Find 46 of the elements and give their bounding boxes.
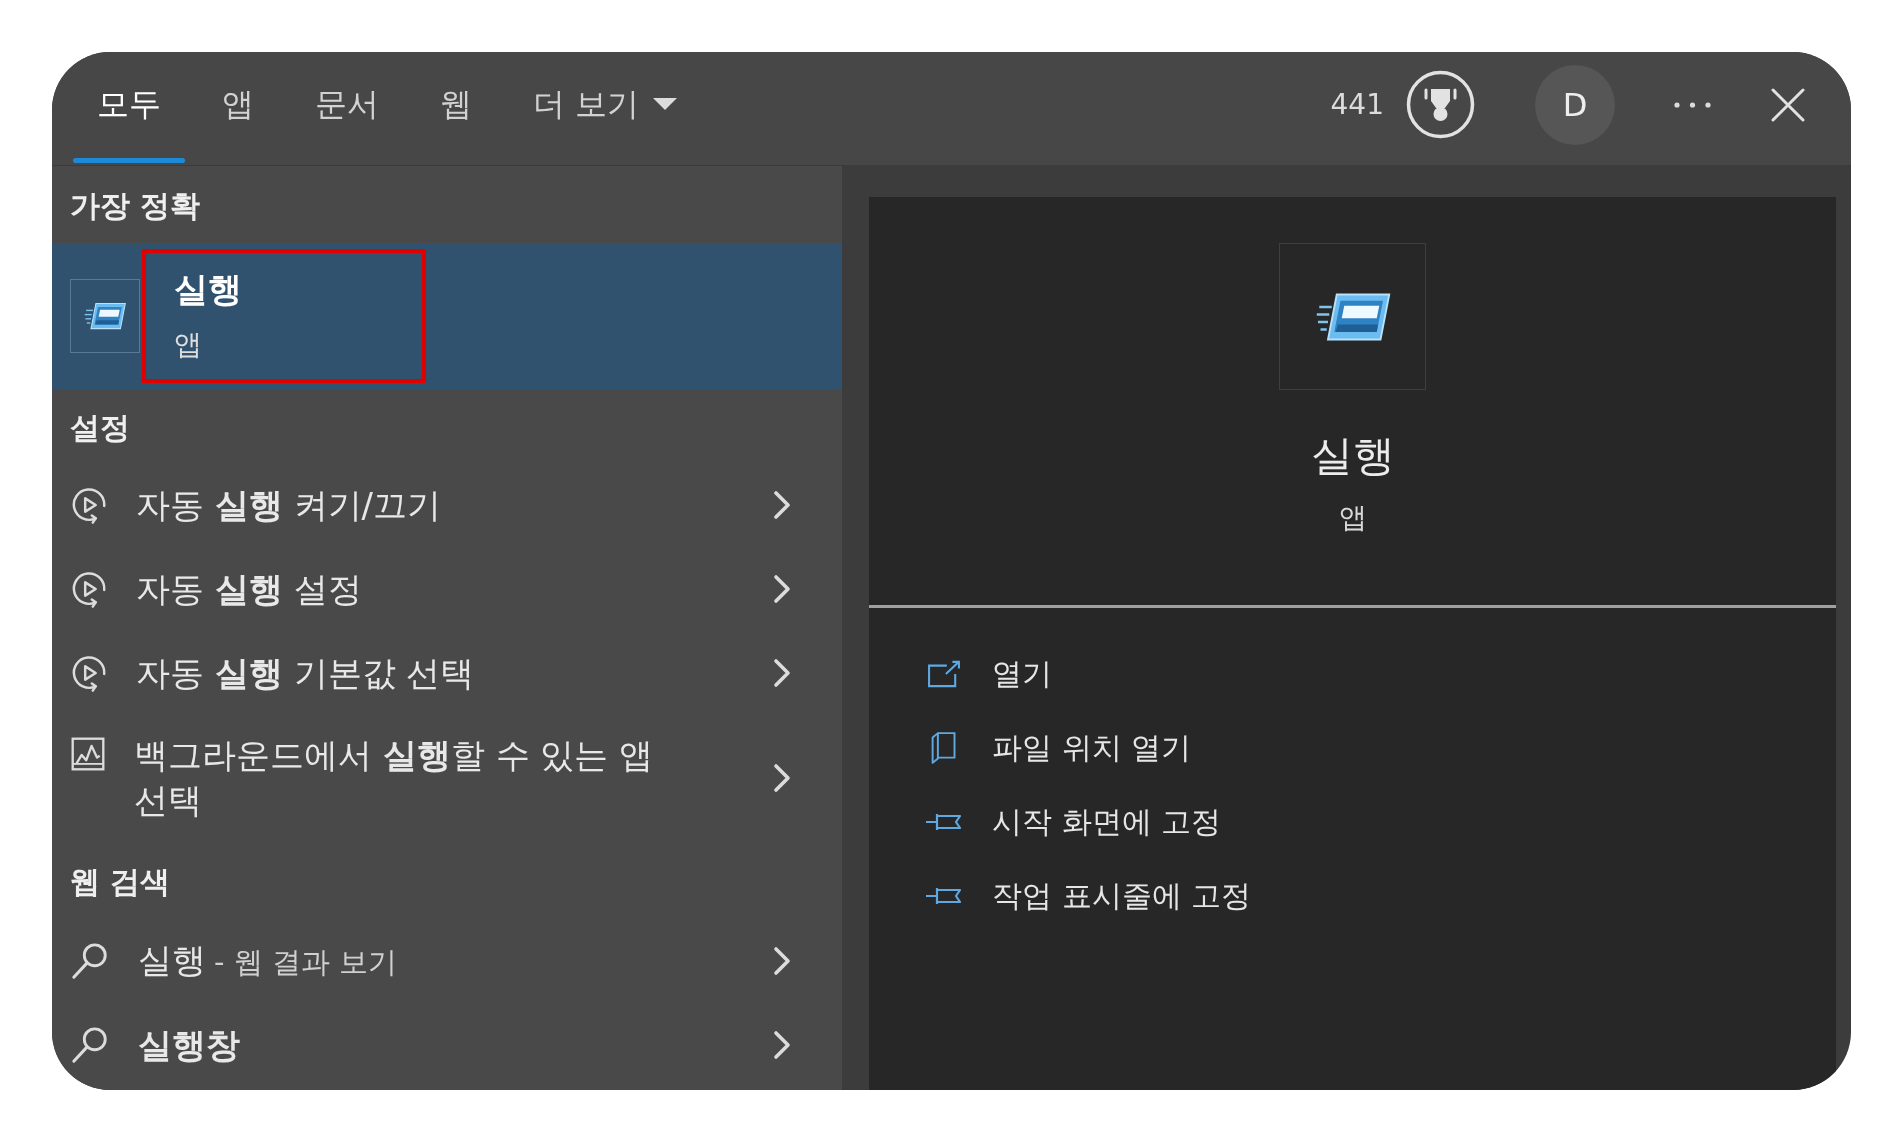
app-window-icon: [70, 279, 140, 353]
pin-icon: [925, 885, 963, 907]
settings-item[interactable]: 백그라운드에서 실행할 수 있는 앱 선택: [52, 715, 842, 841]
settings-item[interactable]: 자동 실행 켜기/끄기: [52, 463, 842, 547]
caret-down-icon: [653, 98, 678, 111]
section-heading: 가장 정확: [69, 187, 202, 225]
section-heading: 설정: [69, 408, 131, 447]
chevron-right-icon: [772, 763, 792, 793]
account-avatar[interactable]: D: [1535, 64, 1615, 145]
section-heading: 웹 검색: [69, 862, 172, 901]
filter-tab[interactable]: 모두: [73, 52, 185, 165]
chevron-right-icon: [772, 490, 792, 520]
web-search-item[interactable]: 실행 - 웹 결과 보기: [52, 919, 842, 1003]
chevron-right-icon: [772, 658, 792, 688]
pin-icon: [925, 811, 963, 833]
folder-icon: [930, 730, 958, 766]
filter-tab[interactable]: 웹: [416, 52, 496, 165]
app-type-label: 앱: [1338, 501, 1367, 535]
filter-tab[interactable]: 앱: [198, 52, 278, 165]
filter-tab[interactable]: 더 보기: [509, 52, 702, 165]
search-icon: [70, 941, 110, 981]
highlight-frame: 실행 앱: [142, 249, 426, 383]
play-circle-icon: [70, 570, 108, 608]
chevron-right-icon: [772, 574, 792, 604]
web-search-item[interactable]: 실행창: [52, 1003, 842, 1087]
play-circle-icon: [70, 654, 108, 692]
search-icon: [70, 1025, 110, 1065]
more-icon[interactable]: [1673, 100, 1712, 109]
settings-item[interactable]: 자동 실행 기본값 선택: [52, 631, 842, 715]
close-icon[interactable]: [1770, 86, 1806, 123]
action-item[interactable]: 파일 위치 열기: [869, 711, 1836, 785]
settings-item[interactable]: 자동 실행 설정: [52, 547, 842, 631]
chart-square-icon: [70, 736, 106, 772]
action-item[interactable]: 작업 표시줄에 고정: [869, 859, 1836, 933]
app-window-icon: [1279, 243, 1426, 390]
play-circle-icon: [70, 486, 108, 524]
best-match-item[interactable]: 실행 앱: [52, 243, 842, 389]
chevron-right-icon: [772, 1030, 792, 1060]
rewards-button[interactable]: 441: [1330, 70, 1475, 139]
filter-tab[interactable]: 문서: [291, 52, 403, 165]
chevron-right-icon: [772, 946, 792, 976]
action-item[interactable]: 시작 화면에 고정: [869, 785, 1836, 859]
action-item[interactable]: 열기: [869, 637, 1836, 711]
open-icon: [926, 660, 962, 688]
trophy-icon: [1406, 70, 1475, 139]
app-title: 실행: [1310, 430, 1395, 482]
